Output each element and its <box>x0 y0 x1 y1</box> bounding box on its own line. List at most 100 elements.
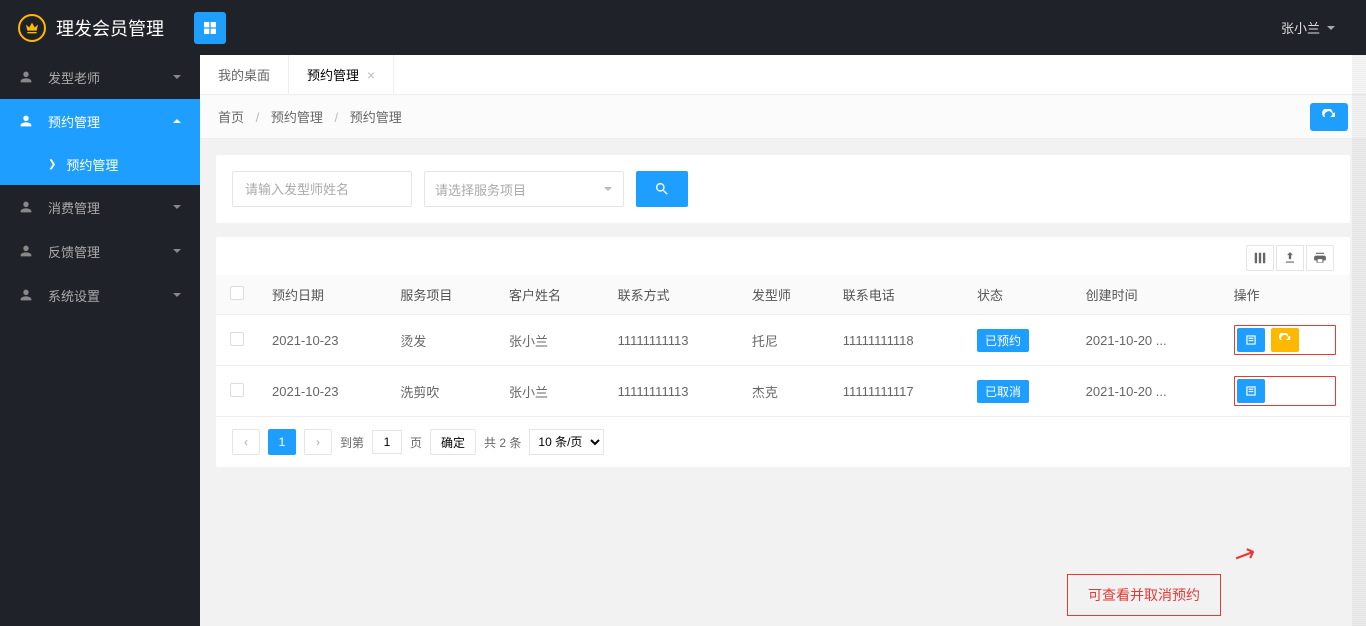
per-page-select[interactable]: 10 条/页 <box>529 429 604 455</box>
row-checkbox[interactable] <box>230 383 244 397</box>
tab-desktop[interactable]: 我的桌面 <box>200 55 289 94</box>
sidebar-item-appointment[interactable]: 预约管理 <box>0 99 200 143</box>
columns-button[interactable] <box>1246 245 1274 271</box>
table-row: 2021-10-23洗剪吹张小兰11111111113杰克11111111117… <box>216 366 1350 417</box>
status-badge: 已预约 <box>977 329 1029 352</box>
cancel-button[interactable] <box>1271 328 1299 352</box>
col-stylist: 发型师 <box>738 275 829 315</box>
table-card: 预约日期 服务项目 客户姓名 联系方式 发型师 联系电话 状态 创建时间 操作 … <box>216 237 1350 467</box>
person-icon <box>18 287 34 303</box>
detail-icon <box>1244 333 1258 347</box>
callout-box: 可查看并取消预约 <box>1067 574 1221 616</box>
status-badge: 已取消 <box>977 380 1029 403</box>
export-icon <box>1283 251 1297 265</box>
person-icon <box>18 69 34 85</box>
stylist-name-input[interactable] <box>232 171 412 207</box>
row-checkbox[interactable] <box>230 332 244 346</box>
col-actions: 操作 <box>1220 275 1350 315</box>
col-date: 预约日期 <box>258 275 386 315</box>
close-icon[interactable]: × <box>367 67 375 83</box>
refresh-icon <box>1278 333 1292 347</box>
search-icon <box>654 181 670 197</box>
table-header-row: 预约日期 服务项目 客户姓名 联系方式 发型师 联系电话 状态 创建时间 操作 <box>216 275 1350 315</box>
crumb-page: 预约管理 <box>350 110 402 125</box>
grid-icon <box>202 20 218 36</box>
service-select[interactable]: 请选择服务项目 <box>424 171 624 207</box>
callout-arrow: ↗ <box>1229 536 1262 573</box>
cell-service: 烫发 <box>386 315 495 366</box>
scrollbar[interactable] <box>1352 55 1366 626</box>
view-button[interactable] <box>1237 328 1265 352</box>
col-phone: 联系电话 <box>829 275 963 315</box>
sidebar-item-label: 反馈管理 <box>48 242 100 261</box>
sidebar-item-settings[interactable]: 系统设置 <box>0 273 200 317</box>
select-all-checkbox[interactable] <box>230 286 244 300</box>
col-status: 状态 <box>963 275 1072 315</box>
chevron-down-icon <box>172 202 182 212</box>
breadcrumb-bar: 首页 / 预约管理 / 预约管理 <box>200 95 1366 139</box>
chevron-down-icon <box>172 246 182 256</box>
page-next-button[interactable]: › <box>304 429 332 455</box>
search-bar: 请选择服务项目 <box>216 155 1350 223</box>
page-number-button[interactable]: 1 <box>268 429 296 455</box>
crumb-home[interactable]: 首页 <box>218 110 244 125</box>
sidebar-item-label: 预约管理 <box>48 112 100 131</box>
cell-actions <box>1220 315 1350 366</box>
col-customer: 客户姓名 <box>495 275 604 315</box>
refresh-button[interactable] <box>1310 103 1348 131</box>
cell-service: 洗剪吹 <box>386 366 495 417</box>
person-icon <box>18 199 34 215</box>
chevron-up-icon <box>172 116 182 126</box>
goto-confirm-button[interactable]: 确定 <box>430 429 476 455</box>
export-button[interactable] <box>1276 245 1304 271</box>
search-button[interactable] <box>636 171 688 207</box>
sidebar-item-label: 消费管理 <box>48 198 100 217</box>
sidebar-item-feedback[interactable]: 反馈管理 <box>0 229 200 273</box>
table-row: 2021-10-23烫发张小兰11111111113托尼11111111118已… <box>216 315 1350 366</box>
username-label: 张小兰 <box>1281 18 1320 37</box>
detail-icon <box>1244 384 1258 398</box>
sidebar-subitem-appointment[interactable]: ❯ 预约管理 <box>0 143 200 185</box>
cell-created: 2021-10-20 ... <box>1072 366 1220 417</box>
app-logo: 理发会员管理 <box>0 0 182 55</box>
col-service: 服务项目 <box>386 275 495 315</box>
cell-stylist: 杰克 <box>738 366 829 417</box>
col-contact: 联系方式 <box>604 275 738 315</box>
main-area: 我的桌面 预约管理 × 首页 / 预约管理 / 预约管理 <box>200 55 1366 626</box>
crown-icon <box>18 14 46 42</box>
crumb-section[interactable]: 预约管理 <box>271 110 323 125</box>
menu-toggle-button[interactable] <box>194 12 226 44</box>
refresh-icon <box>1321 109 1337 125</box>
sidebar-item-label: 发型老师 <box>48 68 100 87</box>
sidebar-item-stylist[interactable]: 发型老师 <box>0 55 200 99</box>
app-title: 理发会员管理 <box>56 15 164 41</box>
print-button[interactable] <box>1306 245 1334 271</box>
cell-contact: 11111111113 <box>604 366 738 417</box>
total-count: 共 2 条 <box>484 434 521 451</box>
goto-page-input[interactable] <box>372 430 402 454</box>
tab-bar: 我的桌面 预约管理 × <box>200 55 1366 95</box>
pagination: ‹ 1 › 到第 页 确定 共 2 条 10 条/页 <box>216 417 1350 467</box>
tab-appointment[interactable]: 预约管理 × <box>289 55 394 94</box>
chevron-down-icon <box>603 184 613 194</box>
person-icon <box>18 243 34 259</box>
columns-icon <box>1253 251 1267 265</box>
chevron-down-icon <box>172 72 182 82</box>
view-button[interactable] <box>1237 379 1265 403</box>
goto-label: 到第 <box>340 434 364 451</box>
page-prev-button[interactable]: ‹ <box>232 429 260 455</box>
table-toolbar <box>216 237 1350 275</box>
user-menu[interactable]: 张小兰 <box>1266 0 1351 55</box>
app-header: 理发会员管理 张小兰 <box>0 0 1366 55</box>
cell-actions <box>1220 366 1350 417</box>
tab-label: 我的桌面 <box>218 65 270 84</box>
tab-label: 预约管理 <box>307 65 359 84</box>
chevron-down-icon <box>1326 23 1336 33</box>
person-icon <box>18 113 34 129</box>
cell-date: 2021-10-23 <box>258 315 386 366</box>
sidebar-subitem-label: 预约管理 <box>66 155 118 174</box>
content: 请选择服务项目 <box>200 139 1366 626</box>
cell-customer: 张小兰 <box>495 366 604 417</box>
search-card: 请选择服务项目 <box>216 155 1350 223</box>
sidebar-item-consumption[interactable]: 消费管理 <box>0 185 200 229</box>
